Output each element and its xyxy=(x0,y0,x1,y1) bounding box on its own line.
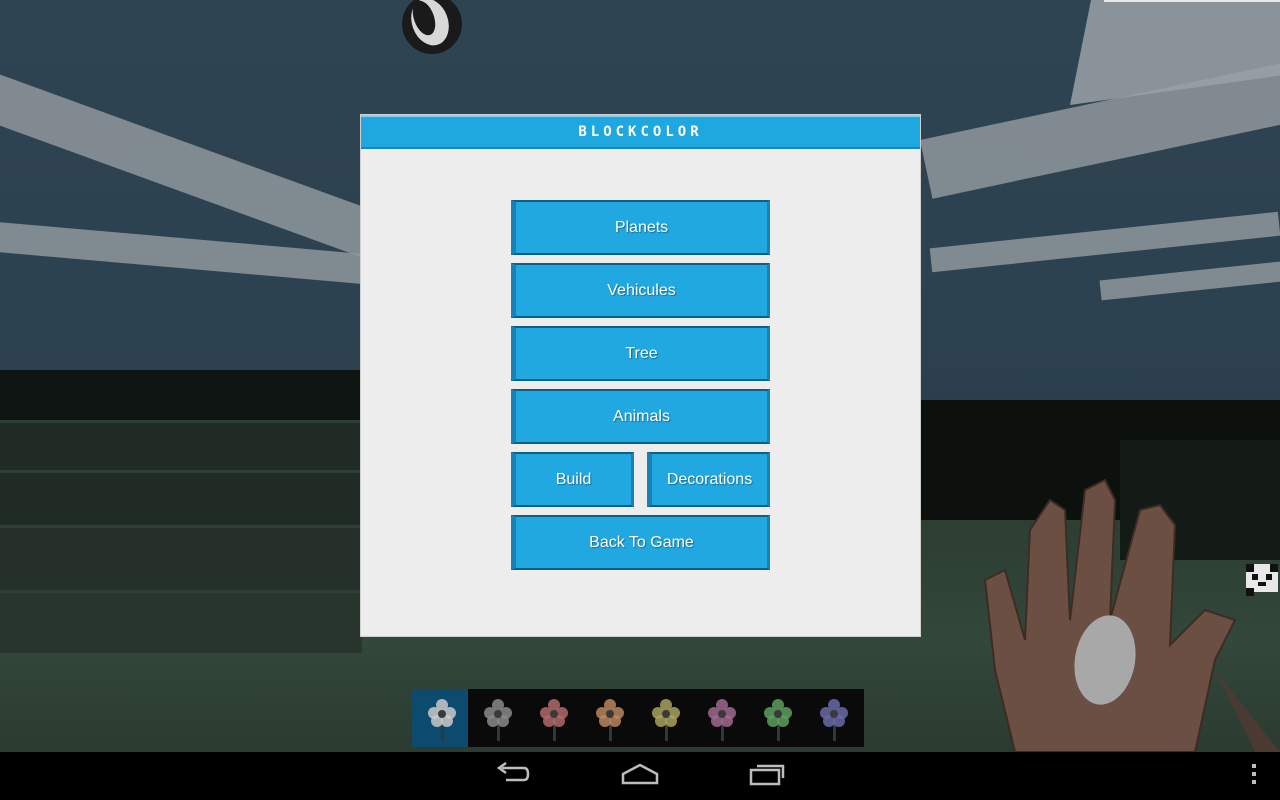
sky-beam xyxy=(929,211,1280,273)
overflow-menu-button[interactable] xyxy=(1222,752,1280,800)
tree-button-label: Tree xyxy=(625,344,658,362)
hotbar xyxy=(412,689,864,747)
sky-beam xyxy=(1099,259,1280,301)
recent-apps-icon xyxy=(749,762,787,790)
terrace-block xyxy=(0,525,362,598)
back-to-game-button[interactable]: Back To Game xyxy=(511,515,770,570)
build-button-label: Build xyxy=(555,470,592,488)
tree-button[interactable]: Tree xyxy=(511,326,770,381)
decorations-button-label: Decorations xyxy=(666,470,753,488)
recent-apps-button[interactable] xyxy=(736,752,800,800)
hotbar-slot[interactable] xyxy=(748,689,804,747)
planets-button-label: Planets xyxy=(614,218,669,236)
moon-block xyxy=(400,0,464,58)
terrace-block xyxy=(0,590,362,653)
flower-icon xyxy=(428,699,456,741)
overflow-menu-icon xyxy=(1251,763,1257,789)
flower-icon xyxy=(708,699,736,741)
animals-button-label: Animals xyxy=(613,407,670,425)
flower-icon xyxy=(596,699,624,741)
hotbar-slot[interactable] xyxy=(580,689,636,747)
vehicules-button-label: Vehicules xyxy=(607,281,676,299)
hotbar-slot[interactable] xyxy=(468,689,524,747)
hotbar-slot[interactable] xyxy=(636,689,692,747)
flower-icon xyxy=(820,699,848,741)
animals-button[interactable]: Animals xyxy=(511,389,770,444)
vehicules-button[interactable]: Vehicules xyxy=(511,263,770,318)
flower-icon xyxy=(764,699,792,741)
hotbar-slot[interactable] xyxy=(804,689,860,747)
android-nav-bar xyxy=(0,752,1280,800)
decorations-button[interactable]: Decorations xyxy=(647,452,770,507)
flower-icon xyxy=(540,699,568,741)
terrace-block xyxy=(0,470,362,533)
home-icon xyxy=(620,762,660,790)
home-button[interactable] xyxy=(608,752,672,800)
player-hand xyxy=(975,470,1280,752)
planets-button[interactable]: Planets xyxy=(511,200,770,255)
flower-icon xyxy=(484,699,512,741)
menu-title: BLOCKCOLOR xyxy=(578,124,703,140)
back-icon xyxy=(494,761,530,790)
hotbar-slot[interactable] xyxy=(524,689,580,747)
flower-icon xyxy=(652,699,680,741)
build-button[interactable]: Build xyxy=(511,452,634,507)
main-menu-dialog: BLOCKCOLOR Planets Vehicules Tree Animal… xyxy=(361,115,920,636)
hotbar-slot[interactable] xyxy=(692,689,748,747)
back-button[interactable] xyxy=(480,752,544,800)
hotbar-slot[interactable] xyxy=(412,689,468,747)
top-edge-indicator xyxy=(1104,0,1280,2)
back-to-game-button-label: Back To Game xyxy=(589,533,694,551)
menu-header: BLOCKCOLOR xyxy=(361,115,920,149)
